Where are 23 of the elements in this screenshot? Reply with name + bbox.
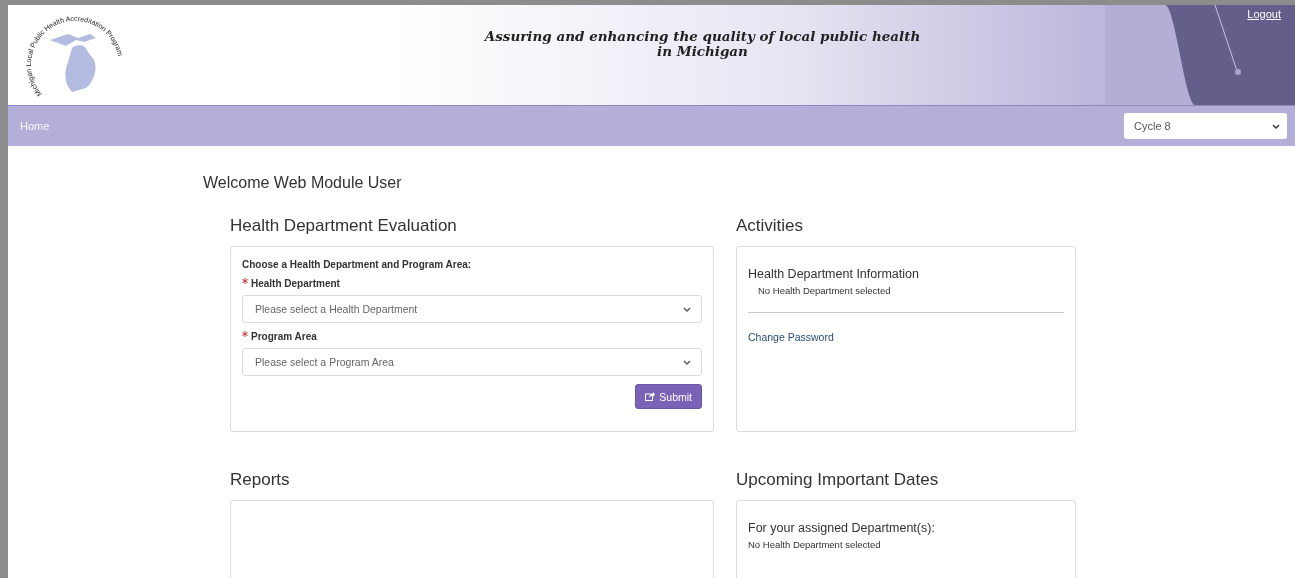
section-heading: Upcoming Important Dates [736, 470, 940, 490]
section-heading: Health Department Evaluation [230, 216, 458, 236]
dates-subtitle: For your assigned Department(s): [748, 521, 936, 535]
field-label: Program Area [251, 331, 317, 342]
form-instructions: Choose a Health Department and Program Area: [242, 259, 473, 270]
welcome-heading: Welcome Web Module User [203, 174, 403, 192]
section-heading: Activities [736, 216, 805, 236]
share-icon [645, 392, 656, 401]
info-text: No Health Department selected [758, 285, 892, 296]
chevron-icon [683, 306, 691, 312]
section-heading: Reports [230, 470, 291, 490]
chevron-icon [683, 359, 691, 365]
cycle-select[interactable]: Cycle 8 [1124, 113, 1287, 139]
chevron-icon [1272, 123, 1280, 129]
logout-link[interactable]: Logout [1247, 8, 1281, 20]
dates-text: No Health Department selected [748, 539, 882, 550]
field-label: Health Department [251, 278, 340, 289]
submit-button[interactable]: Submit [635, 384, 702, 409]
info-title: Health Department Information [748, 267, 920, 281]
select-field[interactable]: Please select a Program Area [242, 348, 702, 376]
change-password-link[interactable]: Change Password [748, 331, 834, 343]
tagline: Assuring and enhancing the quality of local public health in Michigan [482, 29, 922, 59]
select-field[interactable]: Please select a Health Department [242, 295, 702, 323]
